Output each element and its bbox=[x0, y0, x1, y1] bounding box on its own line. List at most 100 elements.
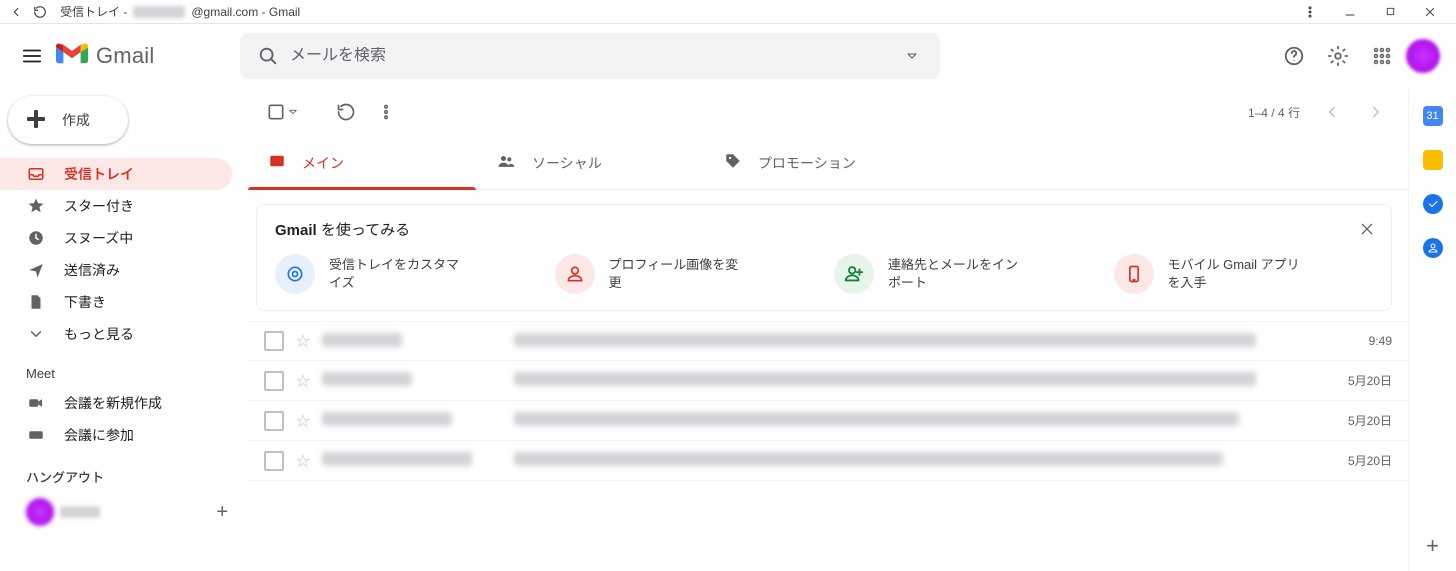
sidebar-item-more[interactable]: もっと見る bbox=[0, 318, 232, 350]
gmail-logo-icon bbox=[56, 42, 88, 71]
tab-label: ソーシャル bbox=[532, 153, 602, 173]
video-icon bbox=[26, 394, 46, 412]
sidebar-item-drafts[interactable]: 下書き bbox=[0, 286, 232, 318]
more-actions-button[interactable] bbox=[366, 92, 406, 132]
row-checkbox[interactable] bbox=[264, 331, 284, 351]
inbox-icon bbox=[268, 152, 286, 173]
nav-reload-button[interactable] bbox=[30, 2, 50, 22]
message-row[interactable]: ☆ 5月20日 bbox=[248, 441, 1408, 481]
search-bar[interactable] bbox=[240, 33, 940, 79]
row-star[interactable]: ☆ bbox=[296, 371, 310, 391]
person-icon bbox=[555, 254, 595, 294]
gmail-brand[interactable]: Gmail bbox=[56, 42, 236, 71]
left-sidebar: 作成 受信トレイ スター付き スヌーズ中 送信済み 下書き もっと見る Meet bbox=[0, 88, 248, 571]
message-row[interactable]: ☆ 5月20日 bbox=[248, 361, 1408, 401]
row-subject bbox=[514, 372, 1320, 389]
sidebar-label: もっと見る bbox=[64, 324, 134, 344]
row-subject bbox=[514, 452, 1320, 469]
search-icon[interactable] bbox=[246, 34, 290, 78]
redacted-name bbox=[60, 506, 100, 518]
category-tabs: メイン ソーシャル プロモーション bbox=[248, 136, 1408, 190]
sidebar-item-snoozed[interactable]: スヌーズ中 bbox=[0, 222, 232, 254]
sidebar-label: 会議を新規作成 bbox=[64, 393, 162, 413]
tab-label: プロモーション bbox=[758, 153, 856, 173]
row-date: 5月20日 bbox=[1332, 452, 1392, 469]
pager-next-button[interactable] bbox=[1356, 92, 1396, 132]
message-row[interactable]: ☆ 9:49 bbox=[248, 321, 1408, 361]
sidebar-item-sent[interactable]: 送信済み bbox=[0, 254, 232, 286]
nav-back-button[interactable] bbox=[6, 2, 26, 22]
search-input[interactable] bbox=[290, 47, 890, 65]
tip-label: 受信トレイをカスタマイズ bbox=[329, 256, 469, 292]
calendar-addon-icon[interactable]: 31 bbox=[1423, 106, 1443, 126]
row-date: 9:49 bbox=[1332, 334, 1392, 348]
window-title-prefix: 受信トレイ - bbox=[60, 3, 127, 20]
tip-label: プロフィール画像を変更 bbox=[609, 256, 749, 292]
avatar-small bbox=[26, 498, 54, 526]
window-maximize-button[interactable] bbox=[1370, 0, 1410, 24]
row-sender bbox=[322, 452, 492, 469]
tab-label: メイン bbox=[302, 153, 344, 173]
row-sender bbox=[322, 412, 492, 429]
settings-button[interactable] bbox=[1318, 36, 1358, 76]
gear-filled-icon bbox=[275, 254, 315, 294]
row-subject bbox=[514, 333, 1320, 350]
window-title-suffix: @gmail.com - Gmail bbox=[191, 5, 300, 19]
refresh-button[interactable] bbox=[326, 92, 366, 132]
file-icon bbox=[26, 293, 46, 311]
row-star[interactable]: ☆ bbox=[296, 451, 310, 471]
row-star[interactable]: ☆ bbox=[296, 411, 310, 431]
setup-title-bold: Gmail bbox=[275, 222, 317, 239]
window-kebab-button[interactable] bbox=[1290, 0, 1330, 24]
tip-import-contacts[interactable]: 連絡先とメールをインポート bbox=[834, 254, 1094, 294]
compose-button[interactable]: 作成 bbox=[8, 96, 128, 144]
tip-profile-image[interactable]: プロフィール画像を変更 bbox=[555, 254, 815, 294]
search-options-dropdown[interactable] bbox=[890, 34, 934, 78]
tip-mobile-app[interactable]: モバイル Gmail アプリを入手 bbox=[1114, 254, 1374, 294]
inbox-icon bbox=[26, 165, 46, 183]
tasks-addon-icon[interactable] bbox=[1423, 194, 1443, 214]
tag-icon bbox=[724, 152, 742, 173]
tab-promotions[interactable]: プロモーション bbox=[704, 136, 932, 189]
hangouts-self[interactable]: + bbox=[0, 492, 248, 526]
row-checkbox[interactable] bbox=[264, 451, 284, 471]
row-checkbox[interactable] bbox=[264, 411, 284, 431]
hangouts-section-header: ハングアウト bbox=[0, 451, 248, 492]
sidebar-label: 送信済み bbox=[64, 260, 120, 280]
row-checkbox[interactable] bbox=[264, 371, 284, 391]
setup-tips-card: Gmail を使ってみる 受信トレイをカスタマイズ プロフィール画像を変更 連絡… bbox=[256, 204, 1392, 311]
tab-social[interactable]: ソーシャル bbox=[476, 136, 704, 189]
message-row[interactable]: ☆ 5月20日 bbox=[248, 401, 1408, 441]
window-minimize-button[interactable] bbox=[1330, 0, 1370, 24]
keep-addon-icon[interactable] bbox=[1423, 150, 1443, 170]
sidebar-item-inbox[interactable]: 受信トレイ bbox=[0, 158, 232, 190]
window-titlebar: 受信トレイ - @gmail.com - Gmail bbox=[0, 0, 1456, 24]
sidebar-item-starred[interactable]: スター付き bbox=[0, 190, 232, 222]
account-avatar[interactable] bbox=[1406, 39, 1440, 73]
row-date: 5月20日 bbox=[1332, 372, 1392, 389]
meet-join-meeting[interactable]: 会議に参加 bbox=[0, 419, 232, 451]
sidebar-label: スター付き bbox=[64, 196, 134, 216]
contacts-addon-icon[interactable] bbox=[1423, 238, 1443, 258]
support-button[interactable] bbox=[1274, 36, 1314, 76]
row-sender bbox=[322, 372, 492, 389]
meet-new-meeting[interactable]: 会議を新規作成 bbox=[0, 387, 232, 419]
row-star[interactable]: ☆ bbox=[296, 331, 310, 351]
pager-prev-button[interactable] bbox=[1312, 92, 1352, 132]
new-chat-button[interactable]: + bbox=[216, 501, 228, 524]
row-subject bbox=[514, 412, 1320, 429]
get-addons-button[interactable]: + bbox=[1426, 533, 1439, 559]
setup-tips-close-button[interactable] bbox=[1353, 215, 1381, 243]
tip-customize-inbox[interactable]: 受信トレイをカスタマイズ bbox=[275, 254, 535, 294]
main-content: 1–4 / 4 行 メイン ソーシャル プロモーション Gmail を使ってみる bbox=[248, 88, 1408, 571]
person-plus-icon bbox=[834, 254, 874, 294]
main-menu-button[interactable] bbox=[8, 32, 56, 80]
message-list: ☆ 9:49 ☆ 5月20日 ☆ 5月20日 ☆ bbox=[248, 321, 1408, 481]
pager-status: 1–4 / 4 行 bbox=[1248, 104, 1308, 121]
window-close-button[interactable] bbox=[1410, 0, 1450, 24]
tab-primary[interactable]: メイン bbox=[248, 136, 476, 189]
sidebar-label: 下書き bbox=[64, 292, 106, 312]
row-date: 5月20日 bbox=[1332, 412, 1392, 429]
google-apps-button[interactable] bbox=[1362, 36, 1402, 76]
select-all-checkbox[interactable] bbox=[260, 96, 304, 128]
